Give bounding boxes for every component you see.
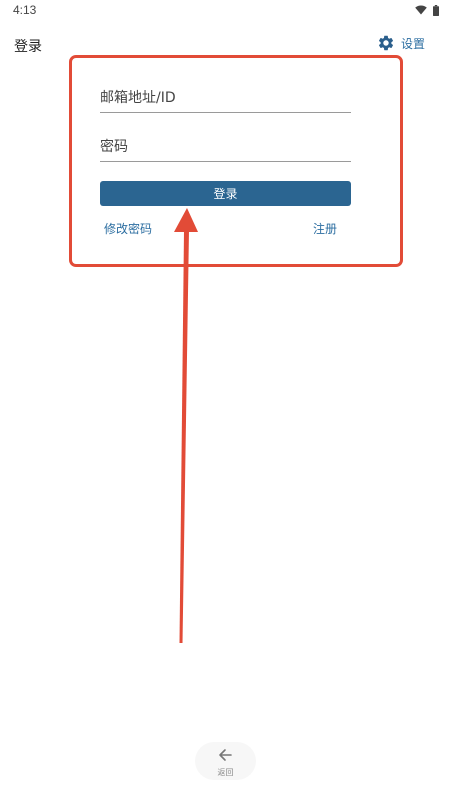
arrow-left-icon <box>219 749 232 761</box>
login-button[interactable]: 登录 <box>100 181 351 206</box>
settings-label: 设置 <box>400 36 425 51</box>
wifi-icon <box>415 5 427 15</box>
page-title: 登录 <box>14 39 42 55</box>
password-input[interactable] <box>100 133 351 162</box>
status-time: 4:13 <box>13 3 37 17</box>
forgot-password-link[interactable]: 修改密码 <box>104 220 152 237</box>
status-icons <box>415 3 439 17</box>
back-label: 返回 <box>217 768 234 777</box>
back-button[interactable]: 返回 <box>195 742 256 780</box>
email-input[interactable] <box>100 84 351 113</box>
gear-icon <box>378 35 393 51</box>
annotation-arrow-shaft <box>179 230 189 643</box>
status-bar: 4:13 <box>0 0 451 22</box>
battery-icon <box>433 4 439 16</box>
register-link[interactable]: 注册 <box>313 220 337 237</box>
settings-button[interactable]: 设置 <box>377 34 425 52</box>
